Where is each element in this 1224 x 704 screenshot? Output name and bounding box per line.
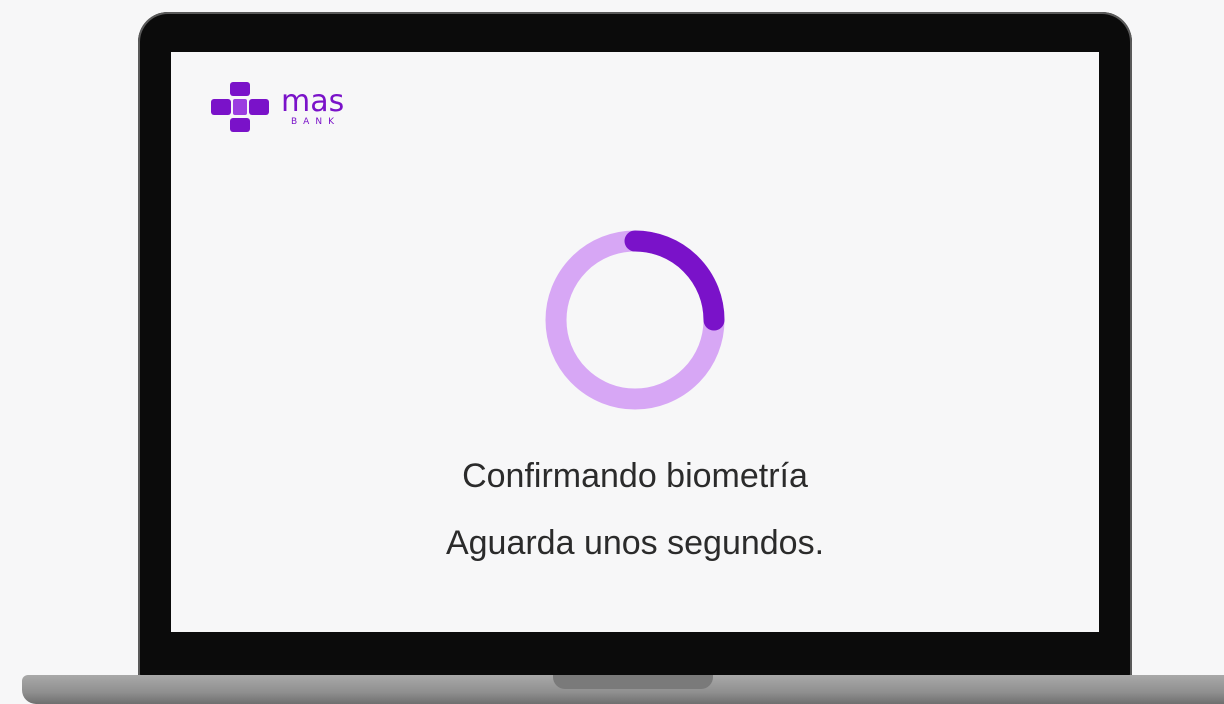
status-subtitle: Aguarda unos segundos. — [445, 524, 825, 562]
brand-mark-icon — [211, 82, 269, 132]
status-title: Confirmando biometría — [462, 457, 808, 495]
laptop-notch — [553, 675, 713, 689]
brand-name: mas — [281, 84, 345, 119]
brand-subtitle: BANK — [291, 117, 340, 127]
scene: mas BANK Confirmando biometría Aguarda u… — [0, 0, 1224, 704]
laptop-screen: mas BANK Confirmando biometría Aguarda u… — [171, 52, 1099, 632]
loading-spinner — [545, 230, 725, 410]
brand-logo: mas BANK — [211, 82, 344, 132]
